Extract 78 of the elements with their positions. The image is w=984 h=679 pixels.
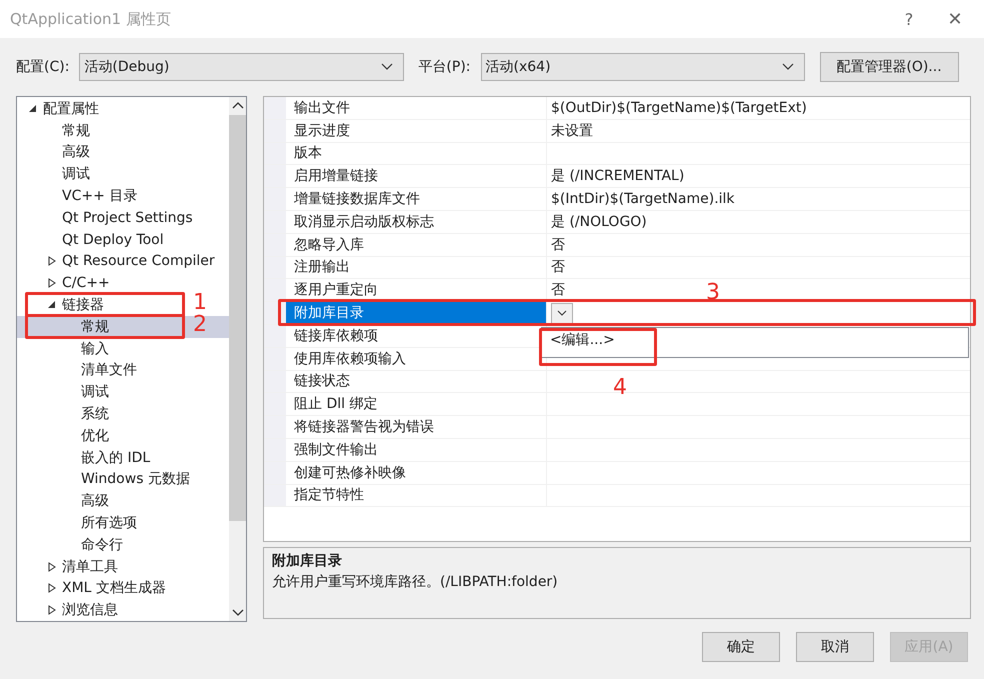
tree-item[interactable]: 常规 2 xyxy=(17,316,229,338)
tree-item[interactable]: Qt Project Settings xyxy=(17,206,229,229)
scroll-down-icon[interactable] xyxy=(232,609,244,617)
property-name[interactable]: 版本 xyxy=(286,142,547,164)
property-name[interactable]: 增量链接数据库文件 xyxy=(286,188,547,210)
property-name[interactable]: 创建可热修补映像 xyxy=(286,462,547,484)
collapsed-arrow-icon[interactable] xyxy=(48,605,56,616)
tree-item[interactable]: 常规 xyxy=(17,120,229,142)
tree-item[interactable]: 高级 xyxy=(17,142,229,164)
dialog-button[interactable]: 确定 xyxy=(702,632,780,662)
config-manager-button[interactable]: 配置管理器(O)... xyxy=(820,52,959,82)
property-name[interactable]: 指定节特性 xyxy=(286,484,547,506)
scroll-up-icon[interactable] xyxy=(232,101,244,109)
annotation-number: 4 xyxy=(613,376,627,400)
chevron-down-icon xyxy=(557,310,567,316)
property-name[interactable]: 取消显示启动版权标志 xyxy=(286,210,547,233)
tree-item[interactable]: 清单工具 xyxy=(17,556,229,578)
tree-item[interactable]: 浏览信息 xyxy=(17,599,229,621)
property-name[interactable]: 强制文件输出 xyxy=(286,438,547,461)
property-name[interactable]: 启用增量链接 xyxy=(286,165,547,188)
platform-dropdown[interactable]: 活动(x64) xyxy=(480,53,805,81)
collapsed-arrow-icon[interactable] xyxy=(48,256,56,266)
annotation-number: 2 xyxy=(193,312,207,337)
help-button[interactable]: ? xyxy=(886,10,932,28)
tree-item[interactable]: 高级 xyxy=(17,490,229,512)
collapsed-arrow-icon[interactable] xyxy=(48,583,56,594)
property-name[interactable]: 链接库依赖项 xyxy=(286,324,547,347)
chevron-down-icon xyxy=(381,63,394,71)
close-button[interactable]: ✕ xyxy=(932,8,978,30)
property-name[interactable]: 逐用户重定向 xyxy=(286,279,547,302)
tree-item[interactable]: 调试 xyxy=(17,381,229,404)
tree-item[interactable]: Qt Resource Compiler xyxy=(17,250,229,272)
property-name[interactable]: 注册输出 xyxy=(286,256,547,278)
property-name[interactable]: 链接状态 xyxy=(286,370,547,392)
tree-item[interactable]: VC++ 目录 xyxy=(17,185,229,207)
property-name[interactable]: 输出文件 xyxy=(286,97,547,119)
collapsed-arrow-icon[interactable] xyxy=(48,562,56,572)
property-name[interactable]: 阻止 Dll 绑定 xyxy=(286,393,547,416)
property-value: 是 (/INCREMENTAL) xyxy=(551,167,684,186)
tree-item[interactable]: 优化 xyxy=(17,424,229,447)
property-value: 是 (/NOLOGO) xyxy=(551,212,647,231)
dialog-button[interactable]: 取消 xyxy=(796,632,874,662)
tree-item[interactable]: XML 文档生成器 xyxy=(17,578,229,600)
tree-item[interactable]: Windows 元数据 xyxy=(17,468,229,490)
description-title: 附加库目录 xyxy=(272,552,343,570)
description-text: 允许用户重写环境库路径。(/LIBPATH:folder) xyxy=(272,573,559,591)
property-value: 否 xyxy=(551,236,565,254)
window-title: QtApplication1 属性页 xyxy=(10,10,172,28)
collapsed-arrow-icon[interactable] xyxy=(48,278,56,288)
property-name[interactable]: 使用库依赖项输入 xyxy=(286,348,547,370)
property-name[interactable]: 附加库目录 xyxy=(286,302,547,324)
property-value: $(IntDir)$(TargetName).ilk xyxy=(551,191,735,208)
config-label: 配置(C): xyxy=(16,58,70,76)
property-value: 否 xyxy=(551,281,565,300)
scrollbar[interactable] xyxy=(229,97,246,621)
tree-item[interactable]: 所有选项 xyxy=(17,512,229,534)
config-dropdown[interactable]: 活动(Debug) xyxy=(79,53,404,81)
tree-item[interactable]: 调试 xyxy=(17,163,229,186)
tree-item[interactable]: 命令行 xyxy=(17,534,229,556)
chevron-down-icon xyxy=(782,63,794,71)
expanded-arrow-icon[interactable] xyxy=(48,301,56,310)
tree-item[interactable]: 清单文件 xyxy=(17,360,229,382)
annotation-number: 3 xyxy=(706,281,720,306)
property-value: 否 xyxy=(551,258,565,276)
property-name[interactable]: 忽略导入库 xyxy=(286,234,547,256)
dropdown-button[interactable] xyxy=(551,302,573,324)
dropdown-item[interactable]: <编辑...> xyxy=(550,331,615,350)
property-name[interactable]: 将链接器警告视为错误 xyxy=(286,416,547,438)
tree-item[interactable]: 配置属性 xyxy=(17,98,229,120)
tree-item[interactable]: 嵌入的 IDL xyxy=(17,446,229,469)
property-name[interactable]: 显示进度 xyxy=(286,120,547,142)
property-value: 未设置 xyxy=(551,122,593,140)
property-value: $(OutDir)$(TargetName)$(TargetExt) xyxy=(551,100,807,116)
tree-item[interactable]: 输入 xyxy=(17,338,229,360)
expanded-arrow-icon[interactable] xyxy=(29,104,37,113)
tree-item[interactable]: 系统 xyxy=(17,403,229,425)
platform-label: 平台(P): xyxy=(418,58,471,76)
tree-item[interactable]: Qt Deploy Tool xyxy=(17,228,229,251)
